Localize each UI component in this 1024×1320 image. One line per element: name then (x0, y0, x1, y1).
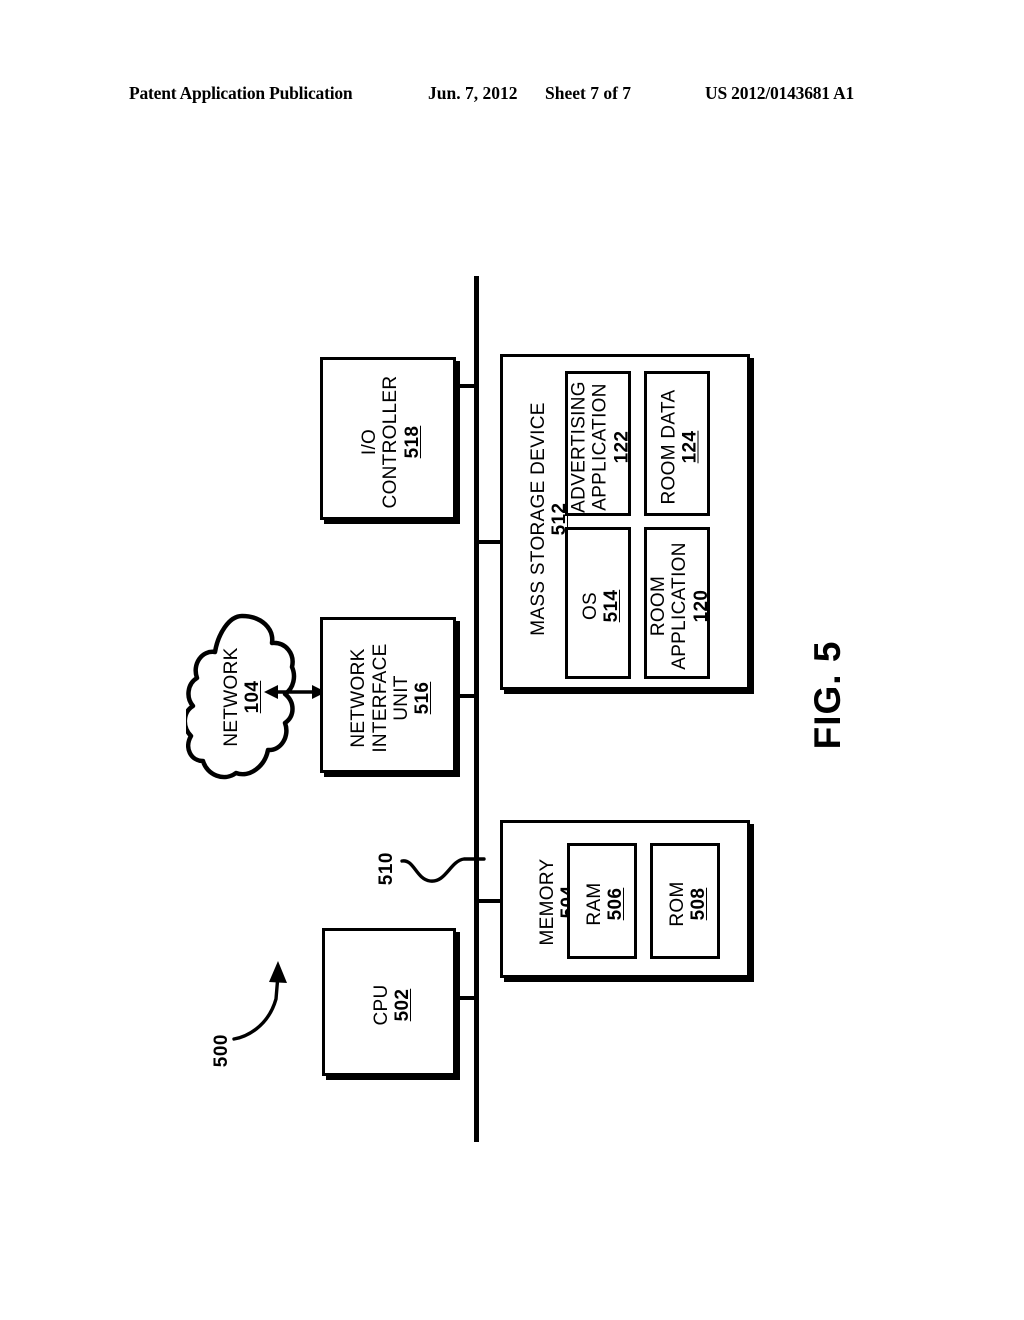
room-data-ref: 124 (679, 430, 701, 464)
mass-storage-device-block[interactable]: MASS STORAGE DEVICE 512 ADVERTISING APPL… (500, 354, 750, 690)
room-application-label: ROOM APPLICATION 120 (648, 530, 712, 682)
room-application-title-line1: ROOM (648, 575, 670, 637)
advertising-application-block[interactable]: ADVERTISING APPLICATION 122 (565, 371, 632, 516)
system-reference-leader (228, 955, 298, 1045)
io-controller-title-line1: I/O (359, 428, 381, 456)
network-label: NETWORK 104 (220, 628, 264, 766)
rom-label: ROM 508 (666, 846, 710, 962)
rom-ref: 508 (688, 887, 709, 921)
figure-caption-text: FIG. 5 (807, 640, 849, 750)
network-interface-unit-label: NETWORK INTERFACE UNIT 516 (348, 620, 433, 776)
room-application-title-line2: APPLICATION (669, 542, 691, 670)
system-reference-number: 500 (210, 1034, 232, 1068)
advertising-application-title-line2: APPLICATION (589, 383, 611, 511)
os-label: OS 514 (579, 530, 623, 682)
figure-caption: FIG. 5 (748, 615, 908, 775)
rom-title: ROM (666, 881, 688, 927)
ram-label: RAM 506 (583, 846, 627, 962)
system-bus-line (474, 276, 479, 1142)
network-interface-unit-title-line2: INTERFACE (369, 643, 391, 753)
advertising-application-title-line1: ADVERTISING (568, 381, 590, 513)
os-title: OS (579, 591, 601, 621)
ram-ref: 506 (605, 887, 626, 921)
io-controller-ref: 518 (401, 425, 423, 459)
bus-reference-leader (398, 845, 488, 905)
network-ref: 104 (242, 680, 263, 714)
mass-storage-device-title: MASS STORAGE DEVICE (527, 402, 549, 636)
io-controller-title-line2: CONTROLLER (380, 375, 402, 509)
network-interface-unit-title-line3: UNIT (391, 675, 412, 721)
room-data-title: ROOM DATA (658, 389, 680, 505)
bus-stub-io-controller (455, 384, 477, 388)
room-data-block[interactable]: ROOM DATA 124 (644, 371, 710, 516)
advertising-application-ref: 122 (611, 430, 633, 464)
cpu-label: CPU 502 (370, 931, 414, 1079)
room-application-ref: 120 (690, 589, 712, 623)
bus-stub-cpu (455, 996, 477, 1000)
bus-stub-network-interface-unit (455, 694, 477, 698)
advertising-application-label: ADVERTISING APPLICATION 122 (569, 375, 633, 520)
network-interface-unit-title-line1: NETWORK (348, 648, 370, 748)
bus-reference-number: 510 (375, 852, 397, 886)
ram-title: RAM (583, 882, 605, 926)
room-application-block[interactable]: ROOM APPLICATION 120 (644, 527, 712, 682)
os-block[interactable]: OS 514 (565, 527, 631, 679)
bus-stub-mass-storage (478, 540, 502, 544)
network-interface-unit-ref: 516 (412, 681, 434, 715)
cpu-ref: 502 (392, 988, 413, 1022)
network-interface-unit-block[interactable]: NETWORK INTERFACE UNIT 516 (320, 617, 456, 773)
cpu-title: CPU (370, 984, 392, 1026)
network-link-arrow-icon (264, 681, 326, 703)
memory-title: MEMORY (536, 858, 558, 946)
network-title: NETWORK (220, 647, 242, 747)
memory-block[interactable]: MEMORY 504 RAM 506 ROM 508 (500, 820, 750, 978)
ram-block[interactable]: RAM 506 (567, 843, 637, 959)
os-ref: 514 (601, 589, 622, 623)
rom-block[interactable]: ROM 508 (650, 843, 720, 959)
io-controller-label: I/O CONTROLLER 518 (359, 361, 423, 523)
room-data-label: ROOM DATA 124 (658, 375, 702, 520)
figure-5-block-diagram: 500 510 I/O CONTROLLER 518 MASS STORAGE … (0, 0, 1024, 1320)
cpu-block[interactable]: CPU 502 (322, 928, 456, 1076)
io-controller-block[interactable]: I/O CONTROLLER 518 (320, 357, 456, 520)
